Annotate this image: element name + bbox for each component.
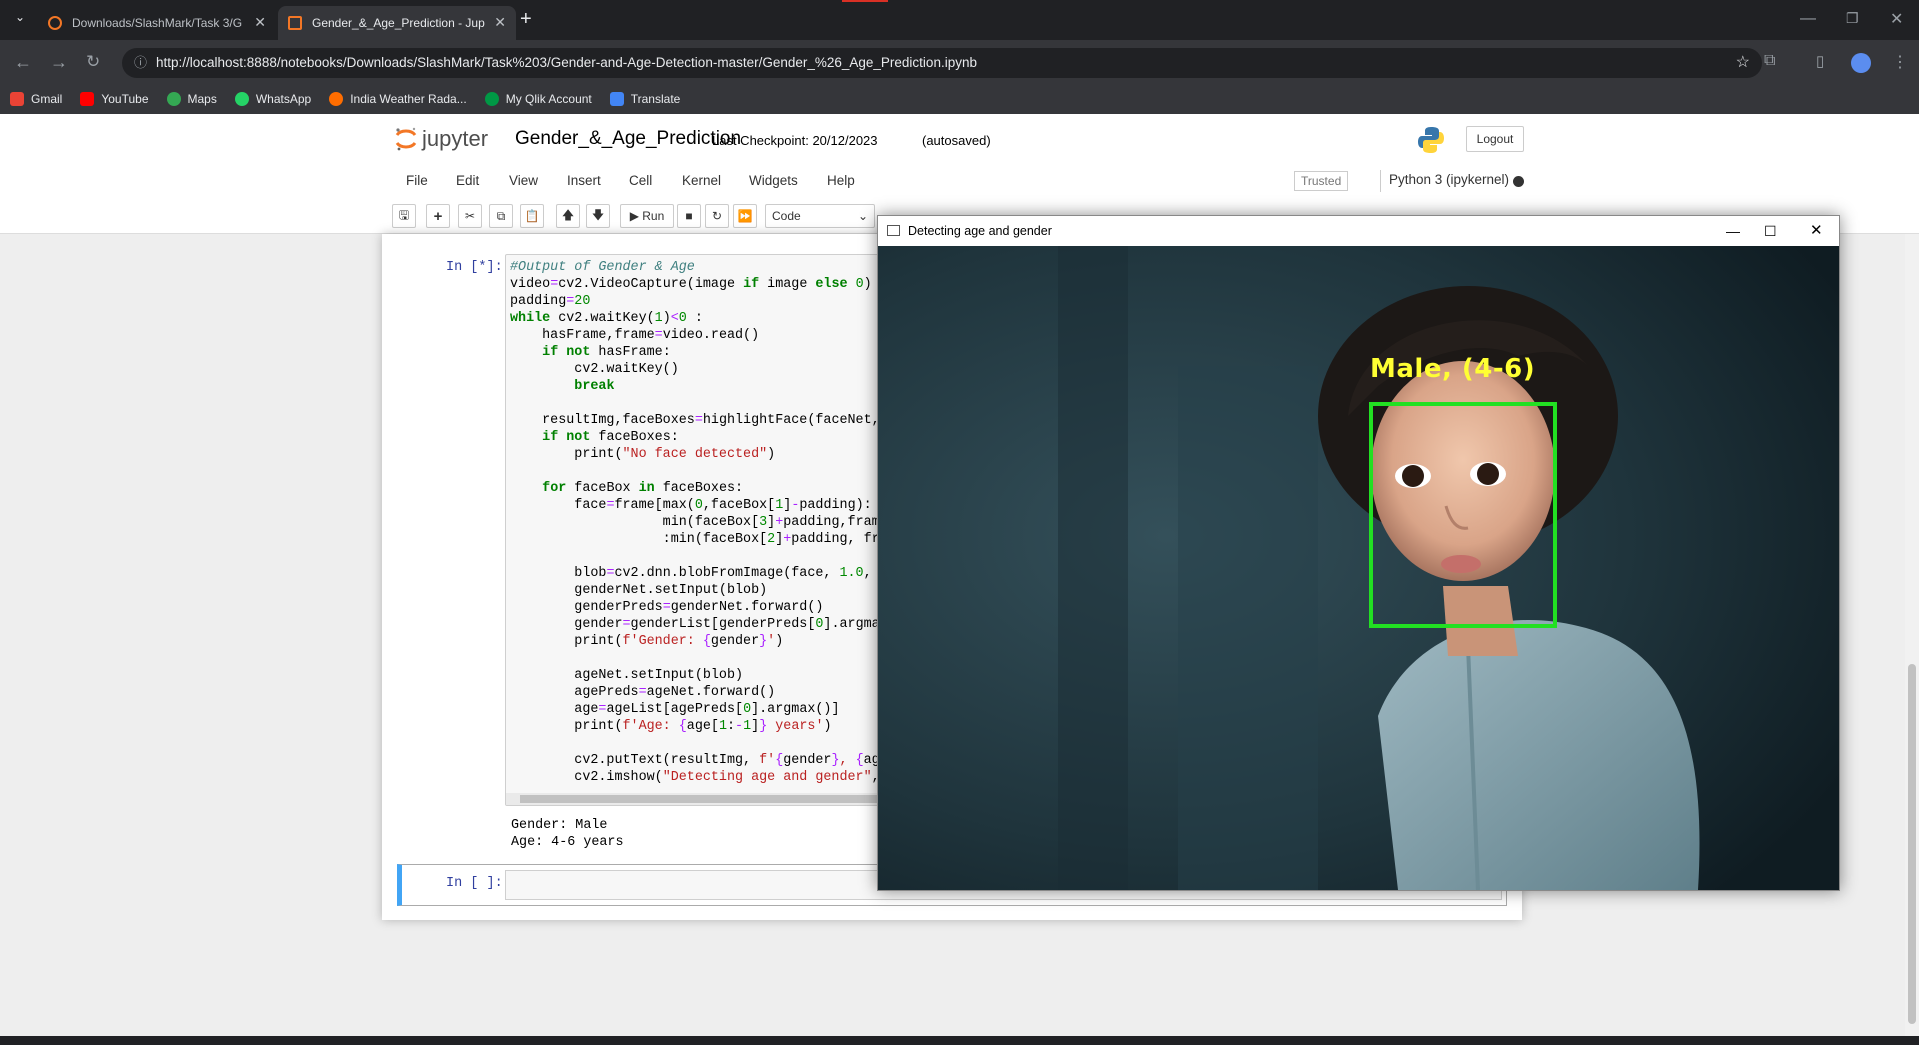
restart-run-all-icon[interactable]: ⏩ bbox=[733, 204, 757, 228]
cell-prompt-empty: In [ ]: bbox=[446, 876, 503, 891]
jupyter-logo-text: jupyter bbox=[422, 126, 489, 151]
gmail-icon bbox=[10, 92, 24, 106]
menu-widgets[interactable]: Widgets bbox=[749, 173, 798, 188]
page-scrollbar[interactable] bbox=[1905, 234, 1919, 1036]
reload-icon[interactable]: ↻ bbox=[86, 52, 100, 72]
minimize-icon[interactable]: — bbox=[1726, 216, 1740, 246]
kernel-divider bbox=[1380, 170, 1381, 192]
jupyter-header: jupyter Gender_&_Age_Prediction Last Che… bbox=[0, 114, 1919, 164]
browser-menu-icon[interactable]: ⋮ bbox=[1892, 52, 1908, 72]
interrupt-icon[interactable]: ■ bbox=[677, 204, 701, 228]
tab-indicator bbox=[842, 0, 888, 2]
prediction-label: Male, (4-6) bbox=[1370, 354, 1536, 384]
menu-file[interactable]: File bbox=[406, 173, 428, 188]
bookmark-weather[interactable]: India Weather Rada... bbox=[329, 92, 467, 106]
opencv-window[interactable]: Detecting age and gender — ☐ ✕ Male, (4-… bbox=[877, 215, 1840, 891]
menu-view[interactable]: View bbox=[509, 173, 538, 188]
menu-insert[interactable]: Insert bbox=[567, 173, 601, 188]
bookmark-youtube[interactable]: YouTube bbox=[80, 92, 149, 106]
weather-icon bbox=[329, 92, 344, 106]
bookmarks-bar: Gmail YouTube Maps WhatsApp India Weathe… bbox=[0, 84, 1919, 114]
bookmark-gmail[interactable]: Gmail bbox=[10, 92, 62, 106]
menu-cell[interactable]: Cell bbox=[629, 173, 652, 188]
python-logo-icon bbox=[1416, 125, 1446, 155]
opencv-window-title: Detecting age and gender bbox=[908, 224, 1052, 238]
menu-bar: File Edit View Insert Cell Kernel Widget… bbox=[0, 164, 1919, 198]
taskbar-edge bbox=[0, 1036, 1919, 1045]
tab-gender-age-prediction[interactable]: Gender_&_Age_Prediction - Jup ✕ bbox=[278, 6, 516, 40]
restart-icon[interactable]: ↻ bbox=[705, 204, 729, 228]
side-panel-icon[interactable]: ▯ bbox=[1816, 52, 1824, 70]
hourglass-favicon-icon bbox=[288, 16, 302, 30]
bookmark-qlik[interactable]: My Qlik Account bbox=[484, 92, 592, 106]
whatsapp-icon bbox=[234, 92, 249, 106]
cell-output: Gender: Male Age: 4-6 years bbox=[511, 817, 624, 851]
chevron-down-icon: ⌄ bbox=[857, 209, 868, 223]
menu-kernel[interactable]: Kernel bbox=[682, 173, 721, 188]
child-portrait-photo bbox=[878, 246, 1839, 890]
run-button[interactable]: ▶ Run bbox=[620, 204, 674, 228]
paste-icon[interactable]: 📋 bbox=[520, 204, 544, 228]
close-icon[interactable]: ✕ bbox=[1810, 216, 1823, 246]
bookmark-whatsapp[interactable]: WhatsApp bbox=[234, 92, 311, 106]
restore-icon[interactable]: ❐ bbox=[1846, 10, 1859, 27]
run-play-icon: ▶ bbox=[629, 209, 643, 223]
translate-icon bbox=[609, 92, 624, 106]
youtube-icon bbox=[80, 92, 95, 106]
tab-downloads[interactable]: Downloads/SlashMark/Task 3/G ✕ bbox=[38, 6, 276, 40]
scrollbar-thumb[interactable] bbox=[520, 795, 880, 803]
insert-cell-icon[interactable]: + bbox=[426, 204, 450, 228]
jupyter-logo-icon[interactable] bbox=[394, 126, 418, 152]
page-scrollbar-thumb[interactable] bbox=[1908, 664, 1916, 1024]
bookmark-star-icon[interactable]: ☆ bbox=[1736, 48, 1750, 78]
minimize-icon[interactable]: — bbox=[1800, 10, 1816, 28]
cell-type-select[interactable]: Code ⌄ bbox=[765, 204, 875, 228]
notebook-name[interactable]: Gender_&_Age_Prediction bbox=[515, 128, 741, 150]
new-tab-plus-icon[interactable]: + bbox=[520, 8, 532, 31]
logout-button[interactable]: Logout bbox=[1466, 126, 1524, 152]
autosave-status: (autosaved) bbox=[922, 133, 991, 148]
move-up-icon[interactable]: 🡅 bbox=[556, 204, 580, 228]
cut-icon[interactable]: ✂ bbox=[458, 204, 482, 228]
checkpoint-text: Last Checkpoint: 20/12/2023 bbox=[712, 133, 878, 148]
site-info-icon[interactable]: ⓘ bbox=[134, 48, 147, 78]
browser-tab-bar: ⌄ Downloads/SlashMark/Task 3/G ✕ Gender_… bbox=[0, 0, 1919, 40]
copy-icon[interactable]: ⧉ bbox=[489, 204, 513, 228]
jupyter-favicon-icon bbox=[48, 16, 62, 30]
maximize-icon[interactable]: ☐ bbox=[1764, 216, 1777, 246]
detection-frame-image: Male, (4-6) bbox=[878, 246, 1839, 890]
tab-title: Downloads/SlashMark/Task 3/G bbox=[72, 16, 243, 30]
tab-close-icon[interactable]: ✕ bbox=[254, 14, 266, 31]
move-down-icon[interactable]: 🡇 bbox=[586, 204, 610, 228]
maps-icon bbox=[166, 92, 181, 106]
close-window-icon[interactable]: ✕ bbox=[1890, 9, 1903, 29]
url-text: http://localhost:8888/notebooks/Download… bbox=[156, 55, 977, 70]
tab-search-chevron-icon[interactable]: ⌄ bbox=[8, 10, 32, 32]
extensions-icon[interactable]: ⧉ bbox=[1764, 52, 1775, 70]
bookmark-maps[interactable]: Maps bbox=[166, 92, 217, 106]
profile-avatar[interactable] bbox=[1851, 53, 1871, 73]
kernel-busy-indicator bbox=[1513, 176, 1524, 187]
cell-prompt-running: In [*]: bbox=[446, 260, 503, 275]
bookmark-translate[interactable]: Translate bbox=[609, 92, 680, 106]
forward-icon[interactable]: → bbox=[50, 52, 68, 73]
qlik-icon bbox=[484, 92, 499, 106]
save-icon[interactable]: 🖫 bbox=[392, 204, 416, 228]
output-gender: Gender: Male bbox=[511, 818, 608, 833]
tab-title: Gender_&_Age_Prediction - Jup bbox=[312, 16, 485, 30]
menu-help[interactable]: Help bbox=[827, 173, 855, 188]
kernel-name[interactable]: Python 3 (ipykernel) bbox=[1389, 172, 1509, 187]
menu-edit[interactable]: Edit bbox=[456, 173, 479, 188]
window-app-icon bbox=[887, 225, 900, 236]
back-icon[interactable]: ← bbox=[14, 52, 32, 73]
url-field[interactable]: ⓘ http://localhost:8888/notebooks/Downlo… bbox=[122, 48, 1762, 78]
output-age: Age: 4-6 years bbox=[511, 835, 624, 850]
tab-close-icon[interactable]: ✕ bbox=[494, 14, 506, 31]
opencv-titlebar[interactable]: Detecting age and gender — ☐ ✕ bbox=[878, 216, 1839, 246]
trusted-indicator[interactable]: Trusted bbox=[1294, 171, 1349, 191]
